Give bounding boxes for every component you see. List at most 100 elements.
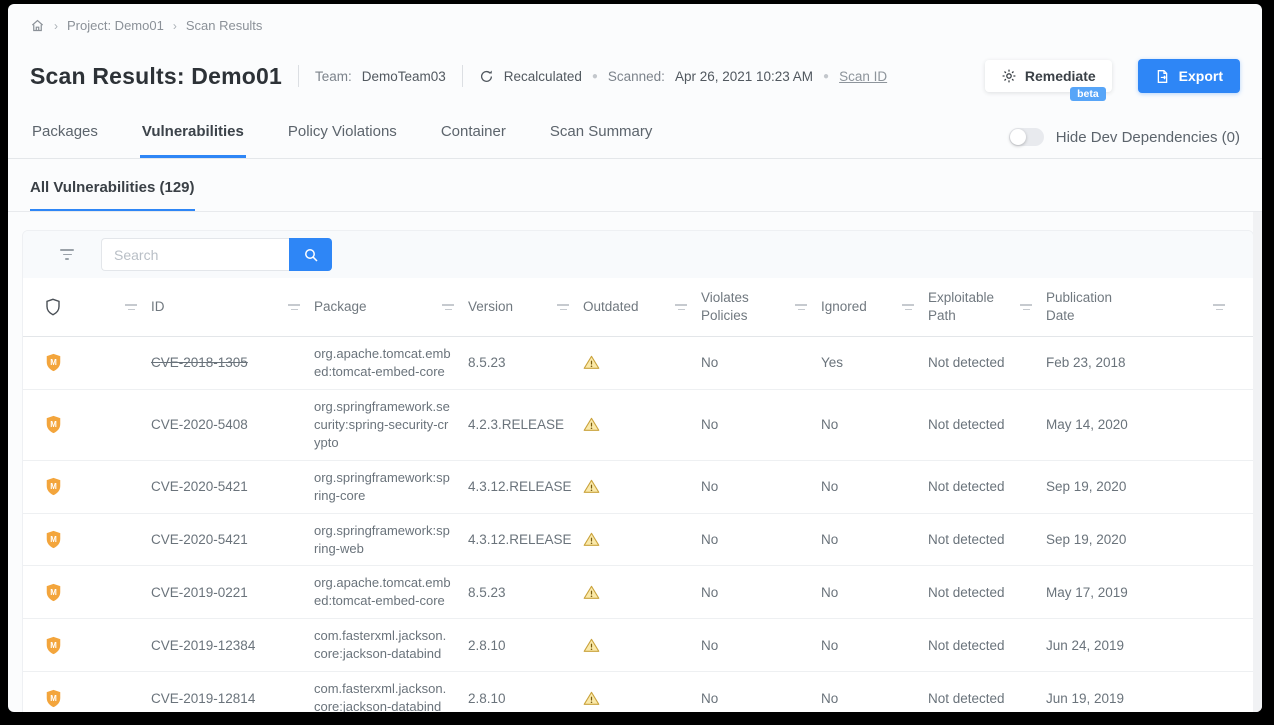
recalculated-icon: [479, 69, 494, 84]
beta-badge: beta: [1070, 87, 1106, 101]
cell-id: CVE-2020-5421: [151, 461, 314, 513]
cell-exploitable-path: Not detected: [928, 672, 1046, 712]
svg-text:M: M: [50, 421, 57, 430]
column-filter-icon[interactable]: [1020, 304, 1032, 310]
svg-text:M: M: [50, 535, 57, 544]
table-body: MCVE-2018-1305org.apache.tomcat.embed:to…: [23, 337, 1253, 712]
home-icon[interactable]: [30, 18, 45, 33]
tab-bar: Packages Vulnerabilities Policy Violations…: [8, 119, 1262, 159]
export-label: Export: [1179, 68, 1223, 84]
column-filter-icon[interactable]: [675, 304, 687, 310]
cell-package: org.springframework:spring-web: [314, 514, 468, 566]
outdated-warning-icon: [583, 566, 701, 618]
scanned-label: Scanned:: [608, 69, 665, 84]
scan-id-link[interactable]: Scan ID: [839, 69, 887, 84]
scan-results-page: › Project: Demo01 › Scan Results Scan Re…: [8, 4, 1262, 712]
breadcrumb-project[interactable]: Project: Demo01: [67, 18, 164, 33]
table-row[interactable]: MCVE-2019-12814com.fasterxml.jackson.cor…: [23, 672, 1253, 712]
column-filter-icon[interactable]: [288, 304, 300, 310]
cell-exploitable-path: Not detected: [928, 619, 1046, 671]
tab-vulnerabilities[interactable]: Vulnerabilities: [140, 119, 246, 158]
table-row[interactable]: MCVE-2020-5408org.springframework.securi…: [23, 390, 1253, 461]
dot-separator: ●: [823, 71, 829, 82]
tab-packages[interactable]: Packages: [30, 119, 100, 158]
team-label: Team:: [315, 69, 352, 84]
column-header-exploitable-path: Exploitable Path: [928, 278, 1046, 336]
severity-shield-icon: [45, 298, 61, 316]
cell-violates-policies: No: [701, 619, 821, 671]
cell-publication-date: May 17, 2019: [1046, 566, 1253, 618]
tab-policy-violations[interactable]: Policy Violations: [286, 119, 399, 158]
cell-id: CVE-2018-1305: [151, 337, 314, 389]
breadcrumb-scan-results[interactable]: Scan Results: [186, 18, 263, 33]
table-row[interactable]: MCVE-2019-12384com.fasterxml.jackson.cor…: [23, 619, 1253, 672]
outdated-warning-icon: [583, 514, 701, 566]
divider: [462, 65, 463, 87]
column-filter-icon[interactable]: [125, 304, 137, 310]
search-input[interactable]: [101, 238, 289, 271]
cell-version: 4.2.3.RELEASE: [468, 390, 583, 460]
filter-list-icon[interactable]: [60, 249, 74, 260]
table-row[interactable]: MCVE-2020-5421org.springframework:spring…: [23, 461, 1253, 514]
cell-package: com.fasterxml.jackson.core:jackson-datab…: [314, 619, 468, 671]
scrollbar[interactable]: [1253, 212, 1262, 712]
tab-scan-summary[interactable]: Scan Summary: [548, 119, 655, 158]
table-row[interactable]: MCVE-2018-1305org.apache.tomcat.embed:to…: [23, 337, 1253, 390]
table-toolbar: [23, 231, 1253, 278]
cell-exploitable-path: Not detected: [928, 514, 1046, 566]
cell-ignored: No: [821, 514, 928, 566]
cell-package: org.springframework:spring-core: [314, 461, 468, 513]
cell-package: org.apache.tomcat.embed:tomcat-embed-cor…: [314, 566, 468, 618]
remediate-button[interactable]: Remediate beta: [985, 60, 1112, 92]
svg-text:M: M: [50, 694, 57, 703]
subtab-bar: All Vulnerabilities (129): [8, 159, 1262, 212]
hide-dev-dependencies-toggle[interactable]: [1009, 128, 1044, 146]
column-label: Version: [468, 298, 513, 316]
toggle-knob: [1010, 129, 1026, 145]
cell-exploitable-path: Not detected: [928, 390, 1046, 460]
cell-ignored: No: [821, 461, 928, 513]
tab-all-vulnerabilities[interactable]: All Vulnerabilities (129): [30, 179, 195, 211]
column-label: Ignored: [821, 298, 867, 316]
column-filter-icon[interactable]: [442, 304, 454, 310]
cell-ignored: No: [821, 619, 928, 671]
cell-exploitable-path: Not detected: [928, 337, 1046, 389]
hide-dev-dependencies-label: Hide Dev Dependencies (0): [1056, 129, 1240, 146]
severity-medium-icon: M: [23, 337, 151, 389]
cell-publication-date: Jun 24, 2019: [1046, 619, 1253, 671]
cell-violates-policies: No: [701, 390, 821, 460]
column-header-severity: [23, 278, 151, 336]
cell-id: CVE-2020-5408: [151, 390, 314, 460]
column-filter-icon[interactable]: [557, 304, 569, 310]
vulnerabilities-table-card: IDPackageVersionOutdatedViolates Policie…: [22, 230, 1254, 712]
column-header-package: Package: [314, 278, 468, 336]
gear-icon: [1001, 68, 1017, 84]
page-header: Scan Results: Demo01 Team: DemoTeam03 Re…: [8, 33, 1262, 93]
severity-medium-icon: M: [23, 390, 151, 460]
cell-exploitable-path: Not detected: [928, 566, 1046, 618]
page-title: Scan Results: Demo01: [30, 63, 282, 90]
table-row[interactable]: MCVE-2020-5421org.springframework:spring…: [23, 514, 1253, 567]
table-row[interactable]: MCVE-2019-0221org.apache.tomcat.embed:to…: [23, 566, 1253, 619]
severity-medium-icon: M: [23, 566, 151, 618]
cell-publication-date: Sep 19, 2020: [1046, 461, 1253, 513]
cell-ignored: Yes: [821, 337, 928, 389]
column-filter-icon[interactable]: [902, 304, 914, 310]
remediate-label: Remediate: [1025, 68, 1096, 84]
breadcrumb-separator: ›: [173, 19, 177, 33]
cell-publication-date: Sep 19, 2020: [1046, 514, 1253, 566]
column-label: Package: [314, 298, 367, 316]
cell-package: org.apache.tomcat.embed:tomcat-embed-cor…: [314, 337, 468, 389]
table-header-row: IDPackageVersionOutdatedViolates Policie…: [23, 278, 1253, 337]
export-button[interactable]: Export: [1138, 59, 1240, 93]
column-header-outdated: Outdated: [583, 278, 701, 336]
outdated-warning-icon: [583, 390, 701, 460]
tab-container[interactable]: Container: [439, 119, 508, 158]
cell-publication-date: May 14, 2020: [1046, 390, 1253, 460]
export-icon: [1155, 69, 1170, 84]
cell-id: CVE-2019-12814: [151, 672, 314, 712]
cell-violates-policies: No: [701, 337, 821, 389]
column-filter-icon[interactable]: [1213, 304, 1225, 310]
column-filter-icon[interactable]: [795, 304, 807, 310]
search-button[interactable]: [289, 238, 332, 271]
